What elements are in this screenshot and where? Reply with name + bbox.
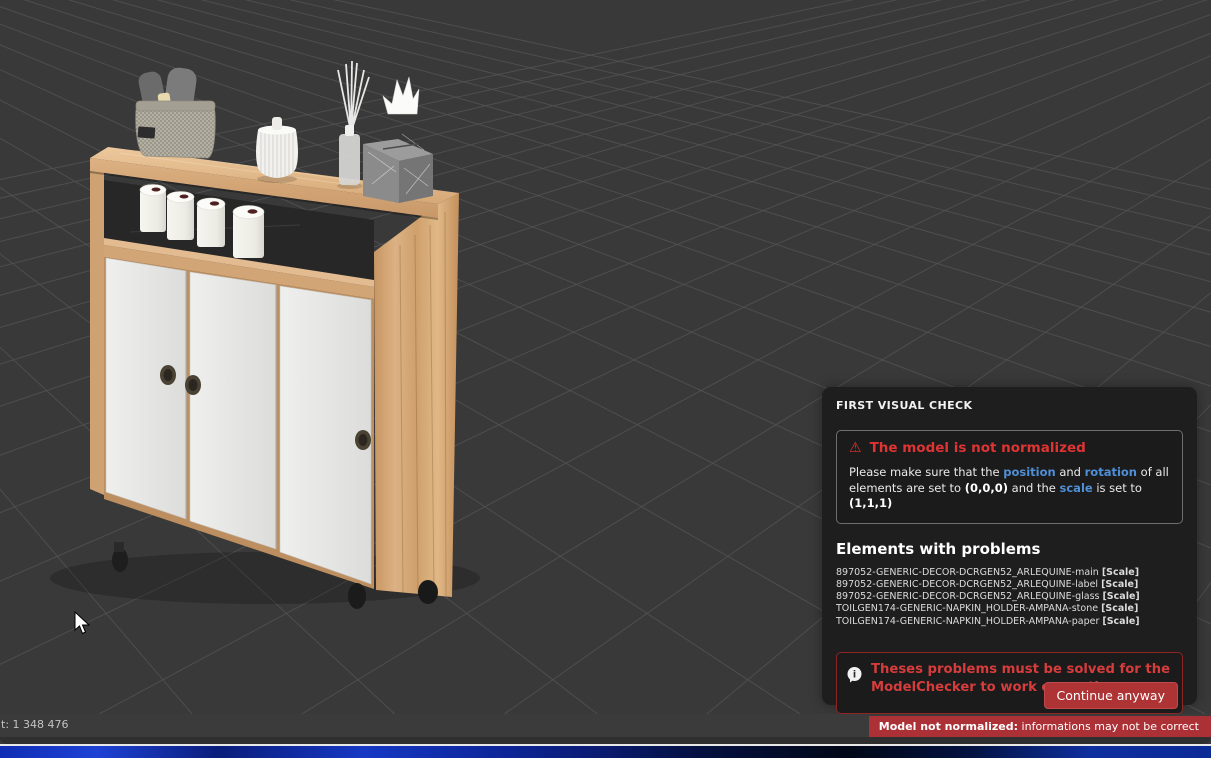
element-row: 897052-GENERIC-DECOR-DCRGEN52_ARLEQUINE-… <box>836 578 1139 590</box>
coords-one: (1,1,1) <box>849 496 893 510</box>
tissue-box[interactable] <box>363 76 433 203</box>
continue-anyway-button[interactable]: Continue anyway <box>1043 681 1178 709</box>
door-knob[interactable] <box>185 375 201 395</box>
elements-list: 897052-GENERIC-DECOR-DCRGEN52_ARLEQUINE-… <box>836 567 1183 628</box>
svg-text:i: i <box>853 669 856 680</box>
desktop-wallpaper-sliver <box>0 746 1211 758</box>
warning-text: and <box>1055 465 1085 479</box>
normalized-warning-box: ⚠ The model is not normalized Please mak… <box>836 430 1183 524</box>
triangle-count: t: 1 348 476 <box>1 718 69 731</box>
warning-text: is set to <box>1092 480 1142 495</box>
not-normalized-badge: Model not normalized: informations may n… <box>868 716 1211 737</box>
panel-title: FIRST VISUAL CHECK <box>836 399 973 412</box>
basket-tag <box>137 126 156 139</box>
window-bottom-edge <box>0 737 1211 744</box>
element-row: 897052-GENERIC-DECOR-DCRGEN52_ARLEQUINE-… <box>836 591 1140 603</box>
door-knob[interactable] <box>355 430 371 450</box>
warning-heading: The model is not normalized <box>869 440 1086 456</box>
info-bubble-icon: i <box>846 666 863 687</box>
status-bar: t: 1 348 476 Model not normalized: infor… <box>0 714 1211 737</box>
basket-with-towels[interactable] <box>135 66 216 159</box>
ribbed-jar[interactable] <box>256 117 298 183</box>
link-position[interactable]: position <box>1003 465 1055 479</box>
element-row: TOILGEN174-GENERIC-NAPKIN_HOLDER-AMPANA-… <box>836 603 1139 615</box>
warning-triangle-icon: ⚠ <box>849 440 862 456</box>
link-rotation[interactable]: rotation <box>1085 465 1137 479</box>
cabinet-doors[interactable] <box>105 257 372 585</box>
elements-heading: Elements with problems <box>836 539 1041 558</box>
door-knob[interactable] <box>160 365 176 385</box>
first-visual-check-panel: FIRST VISUAL CHECK ⚠ The model is not no… <box>822 387 1197 714</box>
warning-body: Please make sure that the position and r… <box>849 465 1170 512</box>
link-scale[interactable]: scale <box>1060 481 1093 495</box>
warning-text: and the <box>1008 480 1060 495</box>
warning-text: Please make sure that the <box>849 465 1004 479</box>
problems-footer-box: i Theses problems must be solved for the… <box>836 651 1183 714</box>
element-row: 897052-GENERIC-DECOR-DCRGEN52_ARLEQUINE-… <box>836 566 1140 578</box>
coords-zero: (0,0,0) <box>964 480 1009 495</box>
app-window: FIRST VISUAL CHECK ⚠ The model is not no… <box>0 0 1211 758</box>
mouse-cursor <box>74 610 91 635</box>
element-row: TOILGEN174-GENERIC-NAPKIN_HOLDER-AMPANA-… <box>836 615 1140 627</box>
window-border-line <box>0 744 1211 746</box>
